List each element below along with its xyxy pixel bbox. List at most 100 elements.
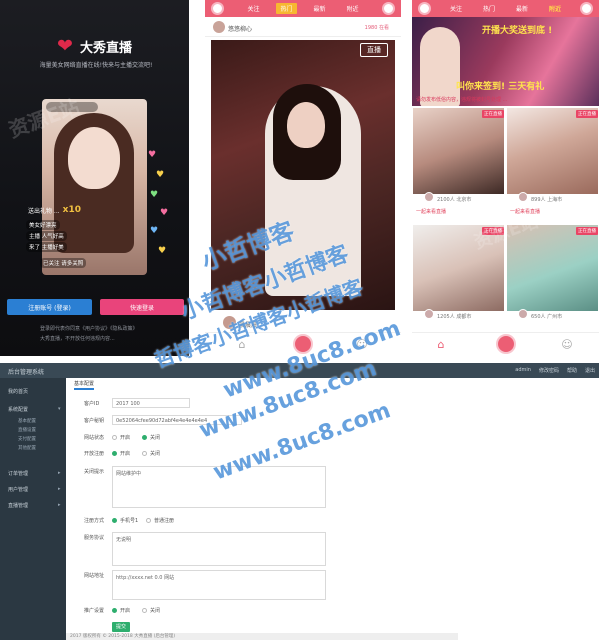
sidebar-sub-basic[interactable]: 基本配置 (18, 418, 36, 424)
radio-dot (142, 451, 147, 456)
site-url-textarea[interactable]: http://xxxx.net 0.0 网站 (112, 570, 326, 600)
quick-login-button[interactable]: 快速登录 (100, 299, 184, 315)
header-link-help[interactable]: 帮助 (567, 367, 577, 374)
stream-thumbnail (413, 108, 504, 194)
chat-message: 美女好漂亮 (26, 220, 60, 230)
client-id-input[interactable]: 2017 100 (112, 398, 190, 408)
sidebar-item-live[interactable]: 直播管理 (8, 502, 28, 509)
streamer-face (287, 102, 325, 148)
radio-label: 开启 (120, 608, 131, 614)
login-footer-terms[interactable]: 登录即代表你同意《用户协议》《隐私政策》 (40, 325, 170, 332)
message-button[interactable] (580, 2, 593, 15)
sidebar-sub-other[interactable]: 其他配置 (18, 445, 36, 451)
go-live-button[interactable] (496, 334, 516, 354)
sidebar-item-orders[interactable]: 订单管理 (8, 470, 28, 477)
heart-icon: ♥ (156, 170, 165, 180)
header-link-password[interactable]: 修改密码 (539, 367, 559, 374)
field-label: 注册方式 (84, 518, 105, 524)
submit-button[interactable]: 提交 (112, 622, 130, 632)
host-header[interactable]: 悠悠柳心 1980 在看 (205, 17, 401, 37)
register-on-radio[interactable]: 开启 (112, 450, 130, 457)
tab-follow[interactable]: 关注 (243, 3, 263, 14)
watch-link[interactable]: 一起来看直播 (416, 208, 446, 215)
status-off-radio[interactable]: 关闭 (142, 434, 160, 441)
stream-meta: 1205人 成都市 (437, 314, 472, 320)
login-mode-phone-radio[interactable]: 手机号1 (112, 517, 138, 524)
sidebar-item-users[interactable]: 用户管理 (8, 486, 28, 493)
tab-follow[interactable]: 关注 (446, 3, 466, 14)
message-button[interactable] (382, 2, 395, 15)
sidebar-item-system[interactable]: 系统配置 (8, 406, 28, 413)
tab-hot[interactable]: 热门 (479, 3, 499, 14)
top-nav: 关注 热门 最新 附近 (412, 0, 599, 17)
stream-card[interactable]: 正在直播 650人 广州市 (507, 225, 598, 337)
notice-bar: 请勿发布低俗内容，违规将被封号处理 ... (416, 97, 508, 103)
app-name: 大秀直播 (80, 40, 133, 56)
stream-card[interactable]: 正在直播 899人 上海市 一起来看直播 (507, 108, 598, 220)
tab-new[interactable]: 最新 (512, 3, 532, 14)
banner-headline: 开播大奖送到底 ! (482, 26, 553, 36)
promo-on-radio[interactable]: 开启 (112, 607, 130, 614)
tab-new[interactable]: 最新 (310, 3, 330, 14)
tab-nearby[interactable]: 附近 (545, 3, 565, 14)
field-label: 客户秘钥 (84, 418, 105, 424)
radio-label: 手机号1 (120, 518, 139, 524)
field-label: 网站地址 (84, 573, 105, 579)
promo-banner[interactable]: 开播大奖送到底 ! 叫你来签到! 三天有礼 (412, 17, 599, 106)
radio-label: 关闭 (150, 608, 161, 614)
field-label: 网站状态 (84, 435, 105, 441)
stream-meta: 650人 广州市 (531, 314, 563, 320)
stream-card[interactable]: 正在直播 2100人 北京市 一起来看直播 (413, 108, 504, 220)
login-button[interactable]: 注册账号 (登录) (7, 299, 92, 315)
profile-avatar-button[interactable] (211, 2, 224, 15)
login-footer-note: 大秀直播，不开放任何违规内容... (40, 336, 115, 342)
host-name: 悠悠柳心 (228, 26, 253, 33)
promo-off-radio[interactable]: 关闭 (142, 607, 160, 614)
radio-label: 关闭 (150, 435, 161, 441)
avatar (518, 309, 528, 319)
chat-message: 主播 人气好高 (26, 231, 67, 241)
gift-count: x10 (62, 205, 81, 215)
sidebar-item-home[interactable]: 我的首页 (8, 388, 28, 395)
tab-nearby[interactable]: 附近 (343, 3, 363, 14)
preview-face (68, 127, 120, 189)
heart-logo-icon: ❤ (57, 35, 73, 57)
register-off-radio[interactable]: 关闭 (142, 450, 160, 457)
viewer-count: 1980 在看 (364, 25, 389, 31)
bottom-nav: ⌂ ☺ (412, 332, 599, 356)
heart-icon: ♥ (160, 208, 169, 218)
radio-label: 开启 (120, 451, 131, 457)
heart-icon: ♥ (150, 226, 159, 236)
login-mode-normal-radio[interactable]: 普通注册 (146, 517, 174, 524)
radio-label: 普通注册 (154, 518, 175, 524)
avatar[interactable] (213, 21, 225, 33)
status-on-radio[interactable]: 开启 (112, 434, 130, 441)
user-agreement-textarea[interactable]: 无说明 (112, 532, 326, 566)
live-badge: 正在直播 (482, 110, 504, 118)
live-badge: 直播 (360, 43, 388, 57)
radio-dot (142, 435, 147, 440)
tab-basic-config[interactable]: 基本配置 (74, 380, 95, 390)
header-link-user[interactable]: admin (515, 367, 531, 374)
field-label: 客户ID (84, 401, 100, 407)
chat-message: 来了 主播好美 (26, 242, 67, 252)
sidebar-sub-live[interactable]: 直播设置 (18, 427, 36, 433)
tab-hot[interactable]: 热门 (276, 3, 297, 14)
field-label: 开放注册 (84, 451, 105, 457)
sidebar-sub-pay[interactable]: 支付配置 (18, 436, 36, 442)
profile-avatar-button[interactable] (418, 2, 431, 15)
field-label: 关闭提示 (84, 469, 105, 475)
gift-user: 送出礼物 ... (28, 207, 60, 215)
admin-footer: 2017 版权所有 © 2015-2018 大秀直播 (后台管理) (66, 633, 458, 640)
field-label: 服务协议 (84, 535, 105, 541)
home-icon[interactable]: ⌂ (434, 338, 448, 352)
radio-dot (112, 451, 117, 456)
stream-meta: 899人 上海市 (531, 197, 563, 203)
banner-model (420, 27, 460, 106)
live-badge: 正在直播 (576, 110, 598, 118)
radio-label: 开启 (120, 435, 131, 441)
user-icon[interactable]: ☺ (560, 338, 574, 352)
header-link-logout[interactable]: 退出 (585, 367, 595, 374)
radio-label: 关闭 (150, 451, 161, 457)
radio-dot (112, 608, 117, 613)
